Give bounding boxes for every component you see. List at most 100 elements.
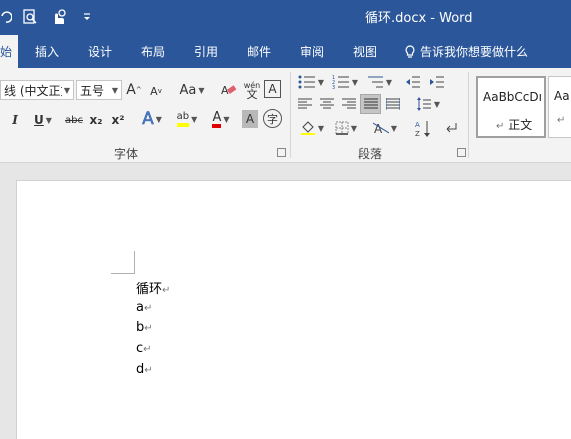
superscript-button[interactable]: x²	[110, 110, 126, 130]
highlight-label: ab	[176, 111, 190, 127]
title-bar: 循环.docx - Word	[0, 0, 571, 33]
align-right-button[interactable]	[340, 95, 358, 113]
style-normal-preview: AaBbCcDı	[483, 90, 542, 104]
bullet-list-icon	[298, 75, 315, 89]
document-line[interactable]: c↵	[136, 341, 152, 356]
distributed-icon	[386, 98, 400, 110]
phonetic-bottom-text: 文	[246, 88, 258, 101]
document-line[interactable]: a↵	[136, 300, 152, 315]
italic-button[interactable]: I	[8, 110, 22, 130]
underline-button[interactable]: U ▼	[30, 110, 56, 130]
eraser-icon: A	[221, 84, 237, 97]
customize-chevron-icon[interactable]	[80, 7, 94, 27]
font-color-button[interactable]: A ▼	[206, 108, 236, 130]
chevron-down-icon: ▼	[385, 77, 393, 87]
tab-layout[interactable]: 布局	[141, 43, 165, 60]
phonetic-guide-button[interactable]: wén 文	[243, 78, 261, 102]
font-size-select[interactable]: 五号 ▼	[76, 80, 122, 100]
decrease-indent-button[interactable]	[403, 72, 423, 92]
document-line[interactable]: 循环↵	[136, 278, 170, 297]
chevron-down-icon: ▼	[155, 114, 162, 124]
font-dialog-launcher-icon[interactable]	[277, 148, 286, 157]
shrink-font-button[interactable]: Av	[147, 82, 165, 100]
document-area[interactable]	[0, 164, 571, 439]
shading-button[interactable]: ▼	[297, 118, 327, 138]
paragraph-mark-icon: ↵	[162, 285, 171, 296]
highlight-color-button[interactable]: ab ▼	[172, 108, 202, 130]
lightbulb-icon	[405, 44, 415, 58]
paragraph-mark-icon: ↵	[143, 344, 152, 355]
tab-references[interactable]: 引用	[194, 43, 218, 60]
tab-insert[interactable]: 插入	[35, 43, 59, 60]
tab-design[interactable]: 设计	[88, 43, 112, 60]
character-border-label: A	[268, 82, 277, 96]
tell-me-box[interactable]: 告诉我你想要做什么	[404, 43, 528, 60]
style-normal[interactable]: AaBbCcDı ↵ 正文	[476, 76, 546, 138]
document-line[interactable]: d↵	[136, 362, 153, 377]
enclose-characters-label: 字	[267, 112, 278, 126]
paragraph-dialog-launcher-icon[interactable]	[457, 148, 466, 157]
document-line[interactable]: b↵	[136, 320, 153, 335]
paragraph-mark-icon: ↵	[496, 121, 505, 132]
borders-button[interactable]: ▼	[331, 118, 361, 138]
numbering-button[interactable]: 123 ▼	[330, 72, 360, 92]
align-left-icon	[298, 98, 312, 109]
justify-button[interactable]	[360, 94, 381, 114]
bullets-button[interactable]: ▼	[296, 72, 326, 92]
undo-icon[interactable]	[0, 7, 12, 27]
line-spacing-button[interactable]: ▼	[413, 94, 443, 114]
text-effects-label: A	[142, 109, 154, 130]
distributed-button[interactable]	[384, 95, 402, 113]
chevron-down-icon: ▼	[191, 114, 198, 124]
italic-label: I	[12, 113, 18, 127]
text-effects-button[interactable]: A ▼	[138, 108, 166, 130]
chevron-down-icon: ▼	[63, 85, 70, 95]
chevron-down-icon: ▼	[111, 85, 118, 95]
strikethrough-label: abc	[65, 114, 83, 126]
character-shading-button[interactable]: A	[242, 110, 258, 128]
grow-font-label: A	[126, 82, 136, 98]
chevron-down-icon: ▼	[350, 123, 358, 133]
align-center-button[interactable]	[318, 95, 336, 113]
svg-text:A: A	[415, 121, 420, 129]
style-normal-label: 正文	[508, 118, 533, 132]
style-no-spacing[interactable]: Aa ↵	[548, 76, 571, 138]
document-page[interactable]	[16, 180, 571, 439]
tab-review[interactable]: 审阅	[300, 43, 324, 60]
font-name-select[interactable]: 线 (中文正文) ▼	[0, 80, 74, 100]
align-center-icon	[320, 98, 334, 109]
decrease-indent-icon	[406, 76, 420, 88]
numbered-list-icon: 123	[332, 75, 349, 89]
change-case-button[interactable]: Aa ▼	[177, 80, 207, 100]
print-preview-icon[interactable]	[20, 7, 40, 27]
increase-indent-icon	[430, 76, 444, 88]
subscript-button[interactable]: x₂	[88, 110, 104, 130]
sort-button[interactable]: AZ	[414, 118, 432, 140]
paragraph-mark-icon: ↵	[144, 323, 153, 334]
margin-corner-mark	[111, 273, 134, 274]
change-case-label: Aa	[179, 82, 197, 98]
grow-font-button[interactable]: A ^	[125, 80, 143, 100]
chinese-layout-icon: A	[372, 122, 389, 135]
chinese-layout-button[interactable]: A ▼	[370, 118, 400, 138]
tab-home[interactable]: 始	[0, 35, 18, 68]
increase-indent-button[interactable]	[427, 72, 447, 92]
multilevel-list-button[interactable]: ▼	[364, 72, 394, 92]
tab-mailings[interactable]: 邮件	[247, 43, 271, 60]
window-title: 循环.docx - Word	[365, 11, 473, 26]
show-marks-button[interactable]	[442, 118, 460, 138]
shrink-font-label: A	[150, 84, 158, 98]
tab-view[interactable]: 视图	[353, 43, 377, 60]
align-left-button[interactable]	[296, 95, 314, 113]
character-border-button[interactable]: A	[264, 80, 281, 98]
touch-mode-icon[interactable]	[48, 7, 70, 27]
chevron-down-icon: ▼	[45, 115, 52, 125]
ribbon-tab-bar: 始 插入 设计 布局 引用 邮件 审阅 视图 告诉我你想要做什么	[0, 33, 571, 68]
enclose-characters-button[interactable]: 字	[263, 109, 282, 128]
svg-text:3: 3	[332, 85, 335, 89]
style-normal-name: ↵ 正文	[496, 116, 532, 133]
strikethrough-button[interactable]: abc	[63, 110, 85, 130]
borders-icon	[335, 121, 349, 135]
clear-formatting-button[interactable]: A	[220, 80, 238, 100]
paragraph-mark-icon	[446, 123, 457, 133]
